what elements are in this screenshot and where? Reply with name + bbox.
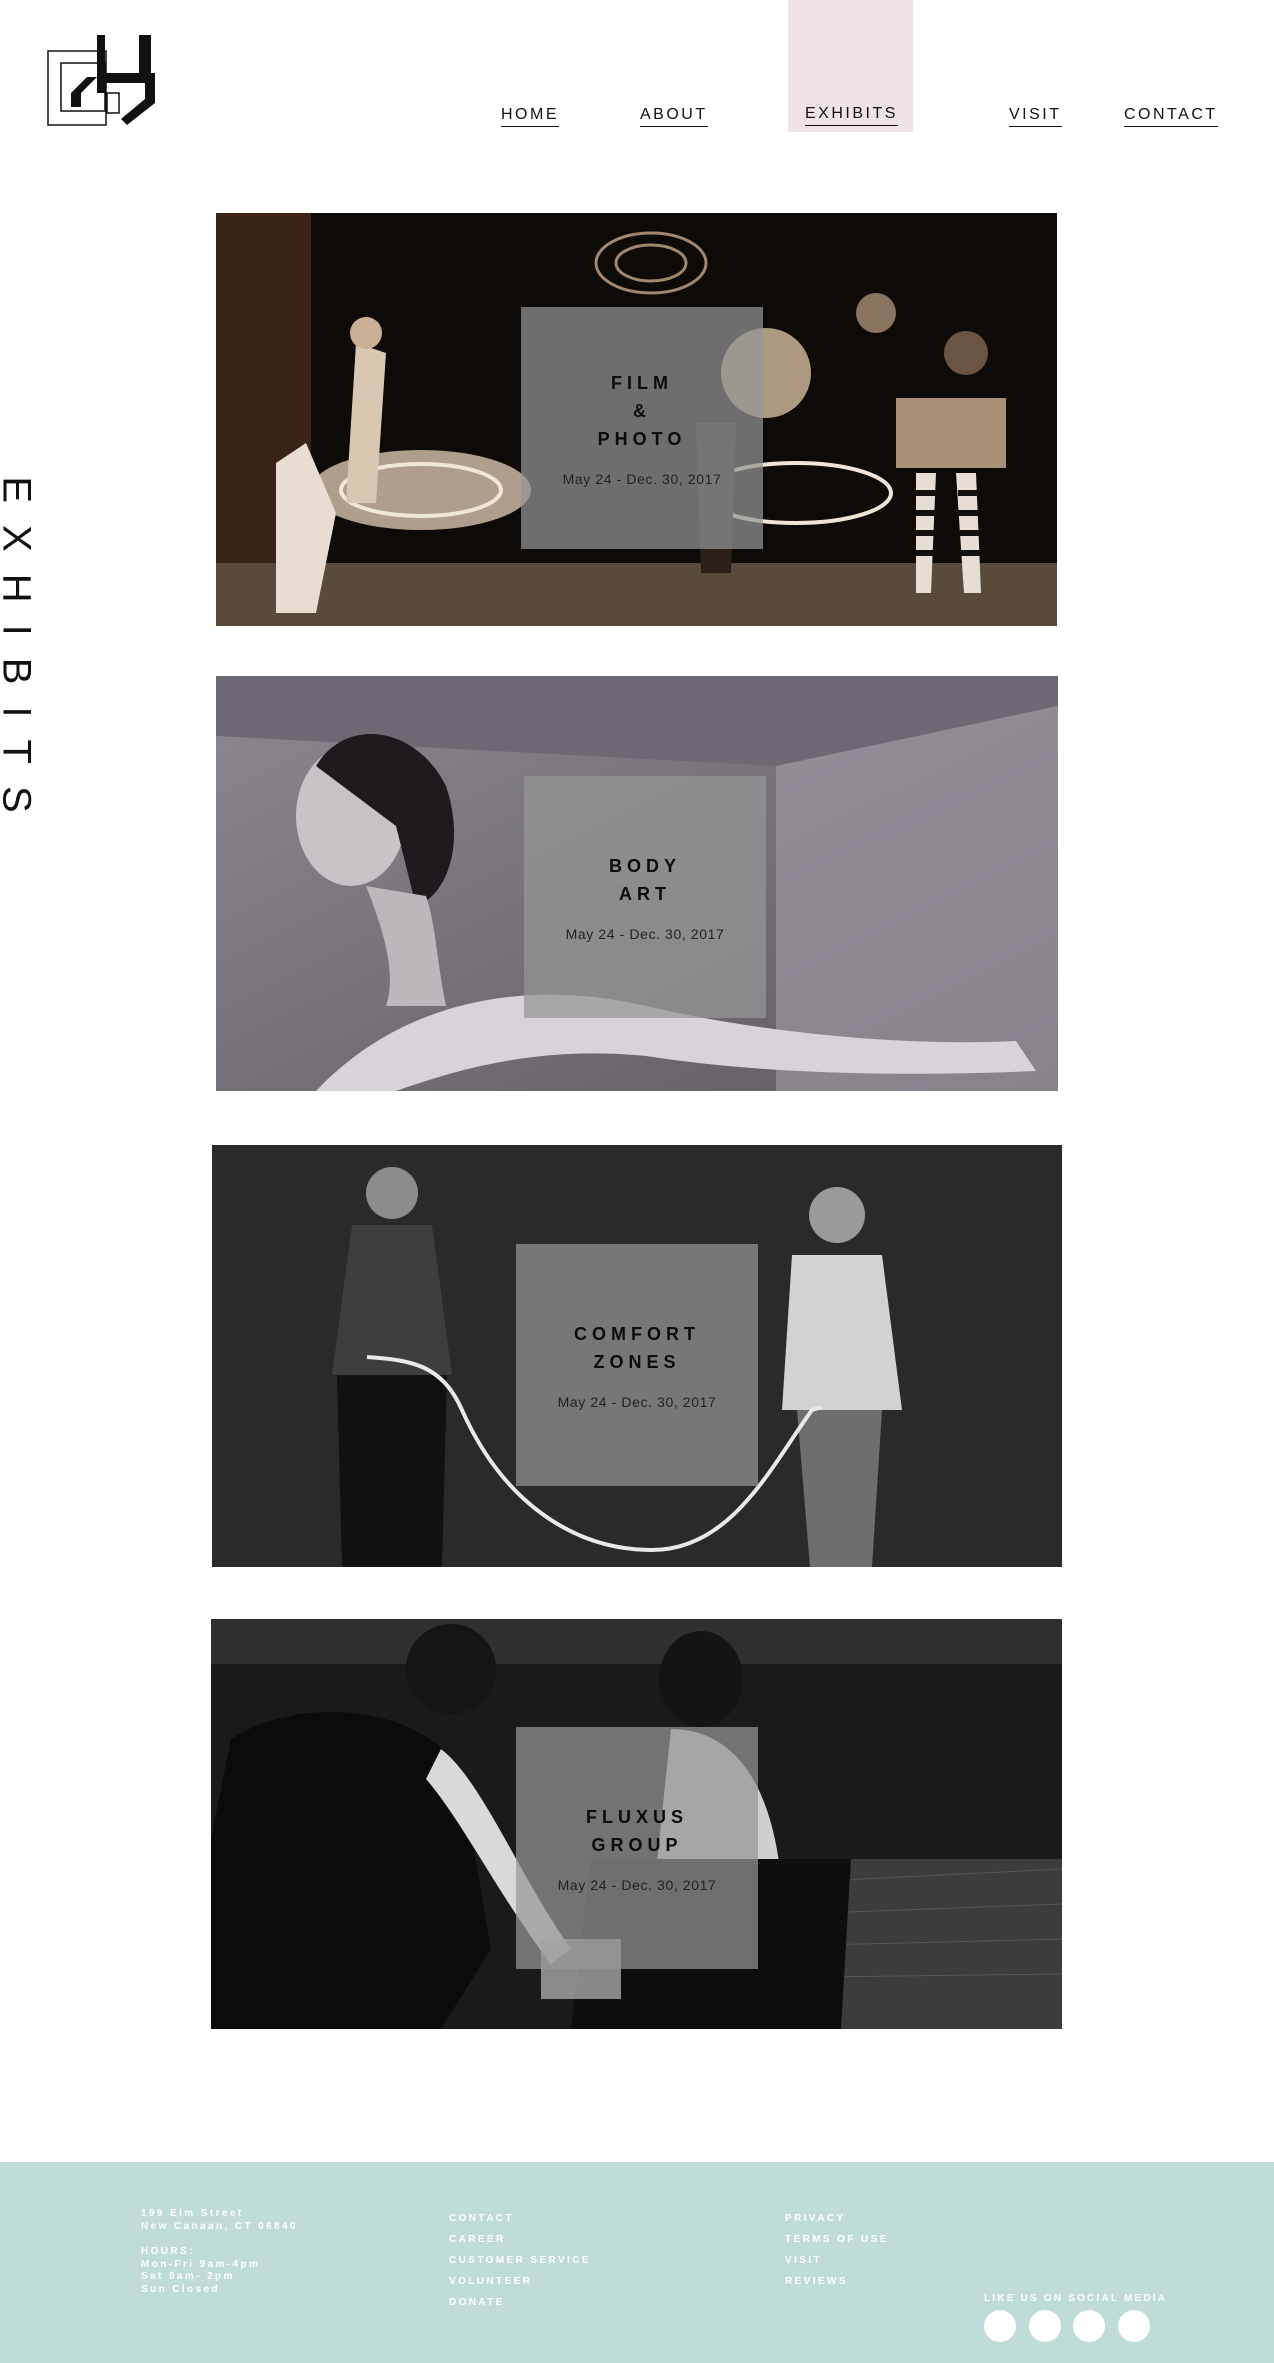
- hours-line: Sun Closed: [141, 2283, 221, 2295]
- exhibit-overlay: COMFORT ZONES May 24 - Dec. 30, 2017: [516, 1244, 758, 1486]
- exhibit-title-line: GROUP: [591, 1835, 683, 1855]
- nav-contact[interactable]: CONTACT: [1124, 106, 1218, 127]
- footer-link-privacy[interactable]: PRIVACY: [785, 2208, 889, 2229]
- footer-links-primary: CONTACT CAREER CUSTOMER SERVICE VOLUNTEE…: [449, 2208, 591, 2313]
- address-line: 199 Elm Street: [141, 2208, 244, 2219]
- exhibit-title: FLUXUS GROUP: [586, 1803, 688, 1859]
- footer-links-secondary: PRIVACY TERMS OF USE VISIT REVIEWS: [785, 2208, 889, 2292]
- hours-line: Sat 9am- 2pm: [141, 2271, 235, 2282]
- nav-about[interactable]: ABOUT: [640, 106, 708, 127]
- hours-line: HOURS:: [141, 2246, 195, 2257]
- exhibit-title: FILM & PHOTO: [598, 369, 687, 453]
- exhibit-dates: May 24 - Dec. 30, 2017: [562, 471, 722, 487]
- footer-link-volunteer[interactable]: VOLUNTEER: [449, 2271, 591, 2292]
- social-icon-3[interactable]: [1073, 2310, 1105, 2342]
- exhibit-card-fluxus-group[interactable]: FLUXUS GROUP May 24 - Dec. 30, 2017: [211, 1619, 1062, 2029]
- footer-link-career[interactable]: CAREER: [449, 2229, 591, 2250]
- social-label: LIKE US ON SOCIAL MEDIA: [984, 2293, 1168, 2304]
- social-icon-1[interactable]: [984, 2310, 1016, 2342]
- footer-link-visit[interactable]: VISIT: [785, 2250, 889, 2271]
- exhibit-title-line: FLUXUS: [586, 1807, 688, 1827]
- exhibit-card-film-photo[interactable]: FILM & PHOTO May 24 - Dec. 30, 2017: [216, 213, 1057, 626]
- exhibit-title-line: ZONES: [593, 1352, 681, 1372]
- side-title-text: EXHIBITS: [0, 475, 39, 835]
- exhibit-title-line: FILM: [611, 373, 673, 393]
- nav-home[interactable]: HOME: [501, 106, 559, 127]
- nav-visit[interactable]: VISIT: [1009, 106, 1062, 127]
- exhibit-card-body-art[interactable]: BODY ART May 24 - Dec. 30, 2017: [216, 676, 1058, 1091]
- footer-link-customer-service[interactable]: CUSTOMER SERVICE: [449, 2250, 591, 2271]
- exhibit-dates: May 24 - Dec. 30, 2017: [557, 1394, 717, 1410]
- museum-logo[interactable]: [47, 33, 159, 127]
- exhibit-overlay: BODY ART May 24 - Dec. 30, 2017: [524, 776, 766, 1018]
- address-line: New Canaan, CT 06840: [141, 2220, 298, 2232]
- exhibit-title-line: COMFORT: [574, 1324, 700, 1344]
- footer-link-reviews[interactable]: REVIEWS: [785, 2271, 889, 2292]
- hours-line: Mon-Fri 9am-4pm: [141, 2258, 261, 2270]
- footer-link-donate[interactable]: DONATE: [449, 2292, 591, 2313]
- exhibit-overlay: FILM & PHOTO May 24 - Dec. 30, 2017: [521, 307, 763, 549]
- exhibit-title: COMFORT ZONES: [574, 1320, 700, 1376]
- social-icon-2[interactable]: [1029, 2310, 1061, 2342]
- page-side-title: EXHIBITS: [0, 476, 39, 834]
- exhibit-title: BODY ART: [609, 852, 681, 908]
- exhibit-card-comfort-zones[interactable]: COMFORT ZONES May 24 - Dec. 30, 2017: [212, 1145, 1062, 1567]
- exhibit-title-line: PHOTO: [597, 429, 687, 449]
- exhibit-title-line: BODY: [608, 856, 681, 876]
- footer-link-terms[interactable]: TERMS OF USE: [785, 2229, 889, 2250]
- exhibit-overlay: FLUXUS GROUP May 24 - Dec. 30, 2017: [516, 1727, 758, 1969]
- nav-exhibits[interactable]: EXHIBITS: [805, 105, 898, 126]
- social-icon-4[interactable]: [1118, 2310, 1150, 2342]
- exhibit-dates: May 24 - Dec. 30, 2017: [557, 1877, 717, 1893]
- exhibit-title-line: ART: [618, 884, 671, 904]
- exhibit-dates: May 24 - Dec. 30, 2017: [565, 926, 725, 942]
- footer-address: 199 Elm Street New Canaan, CT 06840 HOUR…: [141, 2208, 298, 2296]
- footer-link-contact[interactable]: CONTACT: [449, 2208, 591, 2229]
- exhibit-title-line: &: [633, 401, 651, 421]
